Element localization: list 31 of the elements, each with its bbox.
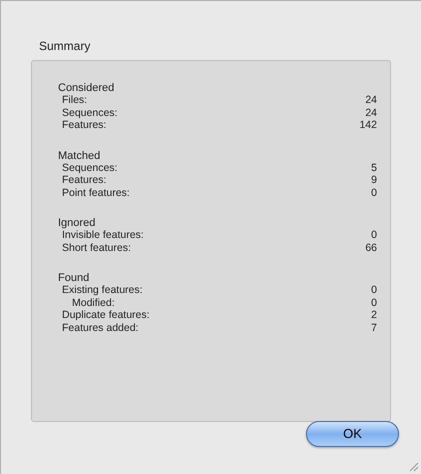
stat-value: 2 (371, 308, 377, 324)
stat-value: 66 (365, 240, 377, 256)
stat-value: 0 (371, 283, 377, 298)
section-heading: Considered (58, 81, 114, 95)
group-title: Summary (39, 39, 90, 53)
section-heading: Matched (58, 148, 100, 164)
stat-value: 0 (371, 296, 377, 310)
stat-value: 7 (371, 320, 377, 336)
stat-label: Features added: (62, 320, 138, 336)
section-heading: Found (58, 271, 90, 285)
stat-value: 142 (359, 118, 377, 134)
stat-label: Files: (62, 93, 88, 108)
stat-label: Sequences: (62, 160, 118, 176)
stat-value: 9 (371, 173, 377, 188)
ok-button[interactable]: OK (306, 420, 399, 447)
stat-label: Duplicate features: (62, 308, 150, 323)
stat-label: Modified: (72, 296, 115, 310)
stat-label: Invisible features: (62, 228, 144, 243)
section-heading: Ignored (58, 216, 96, 230)
stat-label: Features: (62, 118, 106, 134)
stat-value: 0 (371, 186, 377, 201)
stat-label: Sequences: (62, 106, 118, 120)
stat-label: Short features: (62, 240, 131, 256)
stat-value: 24 (365, 106, 377, 120)
stat-label: Point features: (62, 186, 130, 201)
stat-label: Features: (62, 174, 106, 188)
resize-grip-icon[interactable] (407, 460, 419, 472)
stat-value: 5 (371, 160, 377, 176)
stat-value: 0 (371, 228, 377, 244)
stat-label: Existing features: (62, 283, 143, 298)
stat-value: 24 (365, 93, 377, 108)
